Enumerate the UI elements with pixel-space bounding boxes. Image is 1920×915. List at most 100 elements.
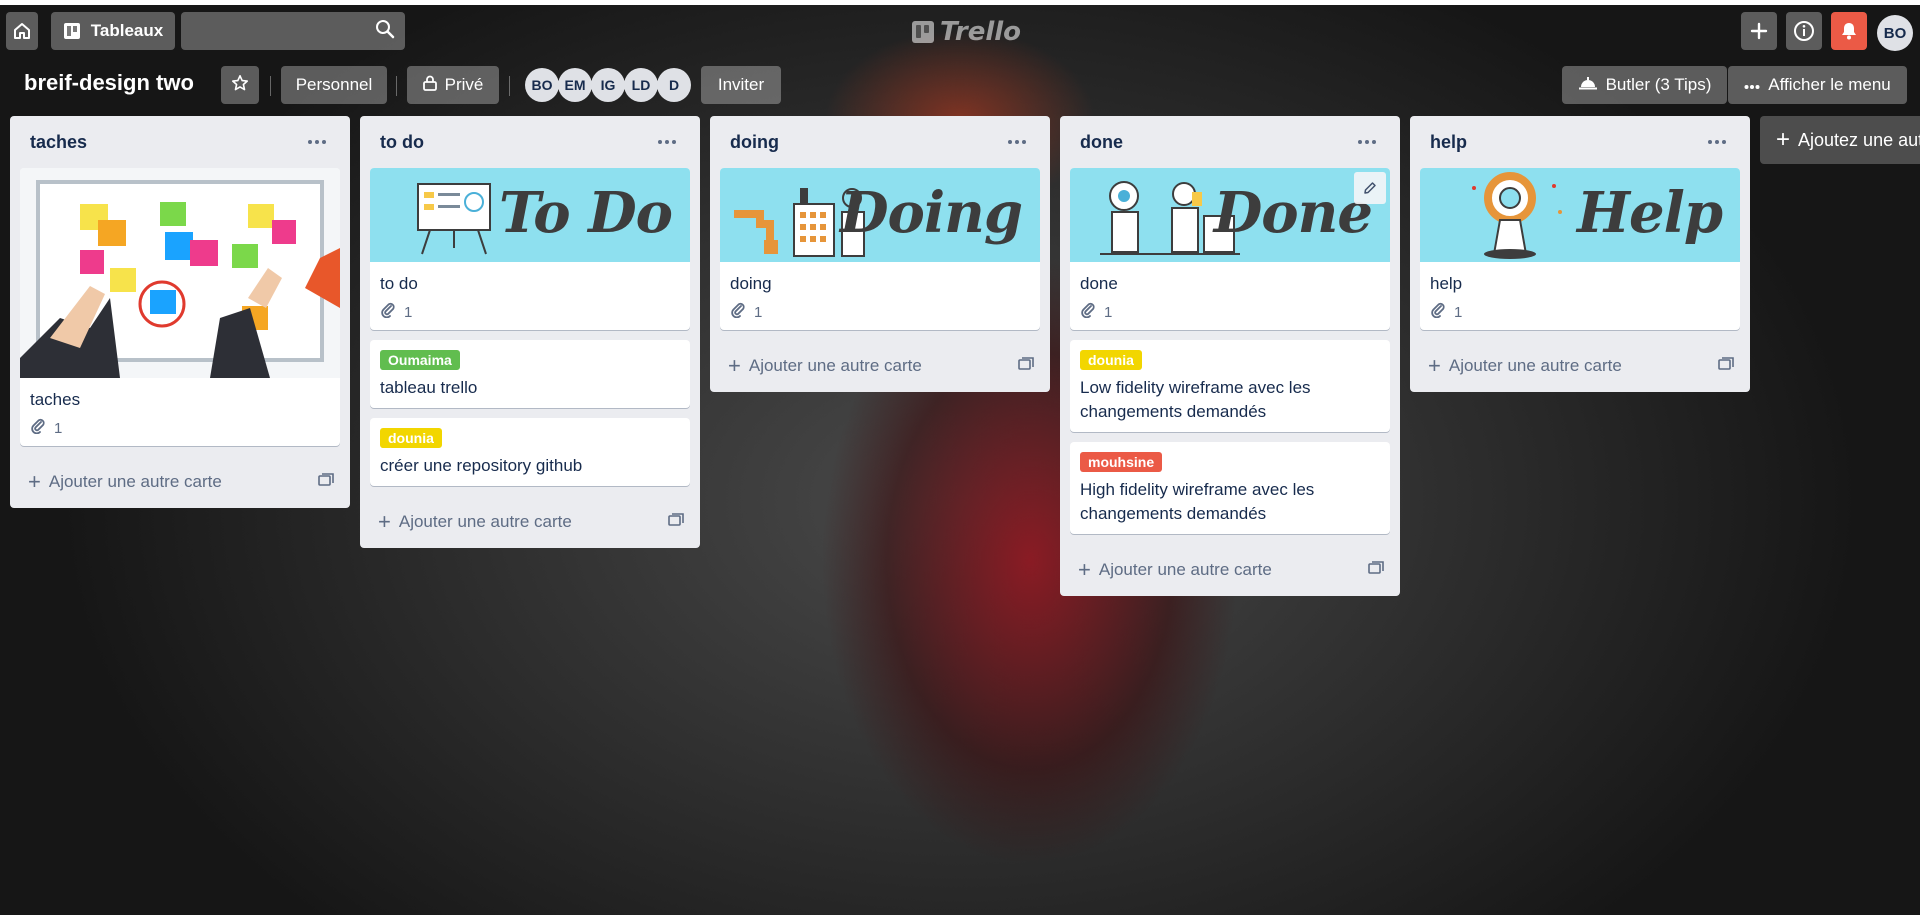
search-box[interactable] xyxy=(181,12,405,50)
card-template-icon[interactable] xyxy=(318,472,334,492)
list-header: done xyxy=(1070,116,1390,168)
attachment-count: 1 xyxy=(754,303,763,321)
card-title: tableau trello xyxy=(380,378,478,397)
attachment-badge: 1 xyxy=(1080,302,1380,322)
member-avatar[interactable]: BO xyxy=(525,68,559,102)
card[interactable]: mouhsine High fidelity wireframe avec le… xyxy=(1070,442,1390,534)
card-template-icon[interactable] xyxy=(1018,356,1034,376)
trello-logo[interactable]: Trello xyxy=(912,17,1021,47)
member-avatar[interactable]: EM xyxy=(558,68,592,102)
card-title: to do xyxy=(380,274,418,293)
list-menu-icon[interactable] xyxy=(1704,132,1730,152)
attachment-count: 1 xyxy=(1104,303,1113,321)
search-icon[interactable] xyxy=(375,19,395,44)
list-menu-icon[interactable] xyxy=(1004,132,1030,152)
cover-text: To Do xyxy=(498,180,673,246)
add-card-button[interactable]: + Ajouter une autre carte xyxy=(20,456,340,508)
list-title[interactable]: help xyxy=(1430,132,1467,153)
add-card-label: Ajouter une autre carte xyxy=(1448,356,1622,375)
home-button[interactable] xyxy=(6,12,38,50)
visibility-button[interactable]: Privé xyxy=(407,66,499,104)
search-input[interactable] xyxy=(181,12,371,50)
butler-label: Butler (3 Tips) xyxy=(1605,75,1712,94)
list-doing: doing Doing doing 1 + Ajouter une autre … xyxy=(710,116,1050,392)
card-label-green[interactable]: Oumaima xyxy=(380,350,460,370)
header-divider xyxy=(509,76,510,96)
add-list-button[interactable]: + Ajoutez une autre liste xyxy=(1760,116,1920,164)
cover-text: Done xyxy=(1213,180,1373,246)
boards-icon xyxy=(63,22,81,40)
add-list-label: Ajoutez une autre liste xyxy=(1798,129,1920,150)
butler-button[interactable]: Butler (3 Tips) xyxy=(1562,66,1727,104)
card[interactable]: Oumaima tableau trello xyxy=(370,340,690,408)
attachment-badge: 1 xyxy=(1430,302,1730,322)
list-done: done Done done 1 dounia Low fidelity wir… xyxy=(1060,116,1400,596)
card-template-icon[interactable] xyxy=(668,512,684,532)
card[interactable]: Help help 1 xyxy=(1420,168,1740,330)
add-card-button[interactable]: + Ajouter une autre carte xyxy=(720,340,1040,392)
add-card-button[interactable]: + Ajouter une autre carte xyxy=(370,496,690,548)
card[interactable]: Doing doing 1 xyxy=(720,168,1040,330)
show-menu-button[interactable]: Afficher le menu xyxy=(1728,66,1907,104)
card-label-yellow[interactable]: dounia xyxy=(380,428,442,448)
create-button[interactable] xyxy=(1741,12,1777,50)
list-menu-icon[interactable] xyxy=(654,132,680,152)
edit-pencil-icon[interactable] xyxy=(1354,172,1386,204)
board-title[interactable]: breif-design two xyxy=(24,70,194,96)
card-body: dounia Low fidelity wireframe avec les c… xyxy=(1070,340,1390,432)
paperclip-icon xyxy=(1080,302,1096,322)
plus-icon xyxy=(1750,22,1768,40)
lock-icon xyxy=(422,75,437,96)
card[interactable]: taches 1 xyxy=(20,168,340,446)
add-card-label: Ajouter une autre carte xyxy=(398,512,572,531)
list-title[interactable]: done xyxy=(1080,132,1123,153)
list-header: help xyxy=(1420,116,1740,168)
card-label-red[interactable]: mouhsine xyxy=(1080,452,1163,472)
home-icon xyxy=(12,21,32,41)
add-card-label: Ajouter une autre carte xyxy=(1098,560,1272,579)
list-header: to do xyxy=(370,116,690,168)
info-icon xyxy=(1793,20,1815,42)
card[interactable]: dounia créer une repository github xyxy=(370,418,690,486)
card-cover-image: To Do xyxy=(370,168,690,262)
card-title: taches xyxy=(30,390,81,409)
plus-icon: + xyxy=(1428,353,1441,378)
card[interactable]: dounia Low fidelity wireframe avec les c… xyxy=(1070,340,1390,432)
list-title[interactable]: taches xyxy=(30,132,87,153)
add-card-label: Ajouter une autre carte xyxy=(748,356,922,375)
list-title[interactable]: to do xyxy=(380,132,424,153)
card[interactable]: To Do to do 1 xyxy=(370,168,690,330)
add-card-button[interactable]: + Ajouter une autre carte xyxy=(1420,340,1740,392)
list-menu-icon[interactable] xyxy=(304,132,330,152)
paperclip-icon xyxy=(730,302,746,322)
attachment-badge: 1 xyxy=(30,418,330,438)
member-avatar[interactable]: D xyxy=(657,68,691,102)
card-title: Low fidelity wireframe avec les changeme… xyxy=(1080,378,1311,421)
card-title: done xyxy=(1080,274,1118,293)
add-card-button[interactable]: + Ajouter une autre carte xyxy=(1070,544,1390,596)
more-icon xyxy=(1744,75,1760,95)
info-button[interactable] xyxy=(1786,12,1822,50)
boards-button[interactable]: Tableaux xyxy=(51,12,175,50)
team-button[interactable]: Personnel xyxy=(281,66,387,104)
attachment-count: 1 xyxy=(404,303,413,321)
list-menu-icon[interactable] xyxy=(1354,132,1380,152)
card-cover-image: Help xyxy=(1420,168,1740,262)
list-title[interactable]: doing xyxy=(730,132,779,153)
member-avatar[interactable]: LD xyxy=(624,68,658,102)
boards-label: Tableaux xyxy=(90,21,164,40)
star-button[interactable] xyxy=(221,66,259,104)
board-header: breif-design two Personnel Privé BO EM I… xyxy=(0,64,1920,108)
card-template-icon[interactable] xyxy=(1368,560,1384,580)
card-title: help xyxy=(1430,274,1463,293)
invite-button[interactable]: Inviter xyxy=(701,66,781,104)
card-title: doing xyxy=(730,274,772,293)
card-template-icon[interactable] xyxy=(1718,356,1734,376)
member-avatar[interactable]: IG xyxy=(591,68,625,102)
notifications-button[interactable] xyxy=(1831,12,1867,50)
user-avatar[interactable]: BO xyxy=(1877,15,1913,51)
paperclip-icon xyxy=(30,418,46,438)
card[interactable]: Done done 1 xyxy=(1070,168,1390,330)
paperclip-icon xyxy=(380,302,396,322)
card-label-yellow[interactable]: dounia xyxy=(1080,350,1142,370)
